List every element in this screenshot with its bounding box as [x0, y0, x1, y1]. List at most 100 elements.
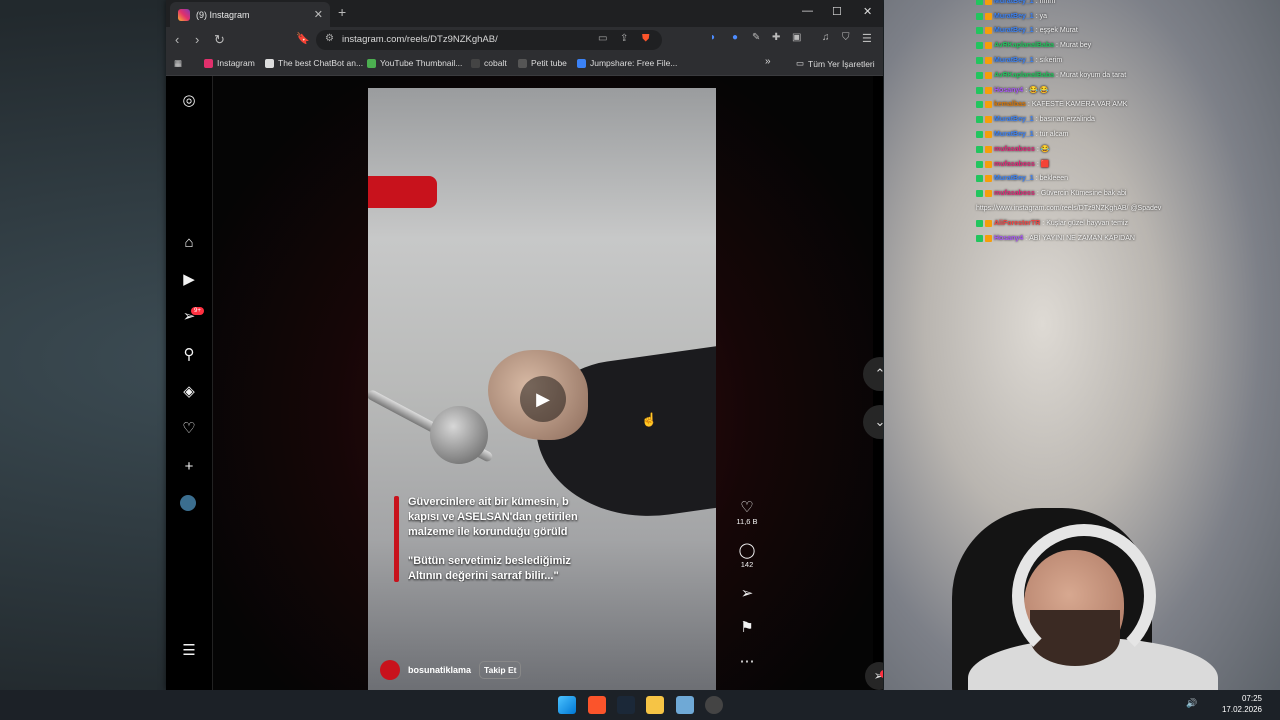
- follow-button[interactable]: Takip Et: [479, 661, 522, 679]
- address-bar[interactable]: ⚙ instagram.com/reels/DTz9NZKghAB/ ▭ ⇪ ⛊: [316, 30, 662, 50]
- notifications-heart-icon[interactable]: ♡: [180, 420, 198, 438]
- chat-badge-icon: [985, 234, 992, 242]
- minimize-button[interactable]: —: [802, 5, 813, 17]
- mouse-cursor-icon: ☝: [641, 412, 658, 427]
- obs-icon[interactable]: [705, 696, 723, 714]
- site-settings-icon[interactable]: ⚙: [325, 33, 334, 44]
- chat-username: MuratBey_1: [994, 131, 1034, 139]
- volume-icon[interactable]: 🔊: [1186, 698, 1197, 709]
- chat-badge-icon: [985, 219, 992, 227]
- app-icon[interactable]: [676, 696, 694, 714]
- share-button[interactable]: ➢: [733, 584, 761, 602]
- clock[interactable]: 07:25 17.02.2026: [1222, 693, 1262, 715]
- chat-text: basınan erzalinda: [1039, 116, 1095, 124]
- taskbar: 🔊 07:25 17.02.2026: [0, 690, 1280, 720]
- instagram-favicon-icon: [178, 8, 190, 21]
- bookmark-page-icon[interactable]: 🔖: [296, 32, 310, 45]
- new-tab-button[interactable]: +: [338, 4, 346, 20]
- more-menu-icon[interactable]: ☰: [180, 642, 198, 660]
- reload-button[interactable]: ↻: [214, 32, 225, 48]
- chat-text: Kuşlar güzel hayvan temiz: [1046, 219, 1128, 227]
- bookmark-item[interactable]: Instagram: [204, 58, 255, 68]
- comment-button[interactable]: ◯ 142: [733, 541, 761, 569]
- extension-pen-icon[interactable]: ✎: [752, 32, 760, 43]
- bookmark-item[interactable]: YouTube Thumbnail...: [367, 58, 462, 68]
- close-tab-icon[interactable]: ✕: [314, 8, 323, 21]
- close-window-button[interactable]: ✕: [863, 5, 872, 18]
- share-icon[interactable]: ⇪: [620, 33, 628, 44]
- chat-badge-icon: [985, 57, 992, 65]
- start-windows-icon[interactable]: [558, 696, 576, 714]
- video-overlay-logo: [368, 176, 437, 208]
- maximize-button[interactable]: ☐: [832, 5, 842, 18]
- chat-text: bekleeen: [1039, 175, 1069, 183]
- media-icon[interactable]: ♫: [822, 32, 830, 43]
- explore-icon[interactable]: ◈: [180, 383, 198, 401]
- bookmark-item[interactable]: Jumpshare: Free File...: [577, 58, 677, 68]
- play-button[interactable]: ▶: [520, 376, 566, 422]
- chat-text: 😂: [1040, 146, 1050, 154]
- chat-badge-icon: [976, 219, 983, 227]
- chat-badge-icon: [985, 145, 992, 153]
- chat-username: MuratBey_1: [994, 175, 1034, 183]
- next-reel-button[interactable]: ⌄: [863, 405, 883, 439]
- tab-instagram[interactable]: (9) Instagram ✕: [170, 2, 330, 27]
- bookmark-label: Petit tube: [531, 58, 567, 68]
- forward-button[interactable]: ›: [195, 32, 199, 47]
- steam-icon[interactable]: [617, 696, 635, 714]
- chat-message: kemalbas: KAFESTE KAMERA VAR AMK: [976, 98, 1276, 113]
- tab-bar: (9) Instagram ✕ + — ☐ ✕: [166, 0, 883, 27]
- home-icon[interactable]: ⌂: [180, 234, 198, 252]
- profile-avatar[interactable]: [180, 495, 196, 511]
- caption-line: kapısı ve ASELSAN'dan getirilen: [408, 511, 578, 523]
- author-avatar[interactable]: [380, 660, 400, 680]
- chat-badge-icon: [976, 0, 983, 5]
- chat-badge-icon: [976, 101, 983, 109]
- previous-reel-button[interactable]: ⌃: [863, 357, 883, 391]
- reel-video[interactable]: ▶ Güvercinlere ait bir kümesin, b kapısı…: [368, 88, 716, 690]
- reels-icon[interactable]: ▶: [180, 271, 198, 289]
- chat-username: kemalbas: [994, 101, 1026, 109]
- bookmarks-overflow-button[interactable]: »: [765, 56, 771, 67]
- chat-text: Murat bey: [1060, 42, 1092, 50]
- bookmark-item[interactable]: Petit tube: [518, 58, 567, 68]
- chat-username: AvRKaplanalBaba: [994, 42, 1055, 50]
- sidebar-toggle-icon[interactable]: ▣: [792, 32, 801, 43]
- chat-text: ABİ YAYINI NE ZAMAN KAPIDAN: [1029, 234, 1135, 242]
- save-button[interactable]: ⚑: [733, 618, 761, 636]
- chat-badge-icon: [976, 57, 983, 65]
- chat-separator: :: [1035, 131, 1038, 139]
- chat-text: 🟥: [1040, 161, 1050, 169]
- author-name[interactable]: bosunatiklama: [408, 665, 471, 675]
- folder-icon: ▭: [796, 58, 805, 68]
- all-bookmarks-button[interactable]: ▭ Tüm Yer İşaretleri: [796, 58, 875, 69]
- bookmark-item[interactable]: The best ChatBot an...: [265, 58, 363, 68]
- chat-text: ya: [1039, 12, 1048, 20]
- clock-date: 17.02.2026: [1221, 705, 1262, 714]
- webcam-feed: [932, 488, 1280, 698]
- tab-title: (9) Instagram: [196, 9, 250, 20]
- brave-shield-icon[interactable]: ⛊: [642, 33, 650, 44]
- chat-username: MuratBey_1: [994, 116, 1034, 124]
- wallet-icon[interactable]: ◗: [710, 32, 716, 43]
- menu-icon[interactable]: ☰: [862, 32, 872, 45]
- file-explorer-icon[interactable]: [646, 696, 664, 714]
- cast-icon[interactable]: ▭: [598, 33, 607, 44]
- bookmark-label: Jumpshare: Free File...: [590, 58, 678, 68]
- create-icon[interactable]: +: [180, 458, 198, 476]
- bookmark-favicon-icon: [204, 58, 213, 68]
- clock-time: 07:25: [1241, 694, 1262, 703]
- back-button[interactable]: ‹: [175, 32, 179, 47]
- extensions-puzzle-icon[interactable]: ✚: [772, 32, 780, 43]
- more-options-button[interactable]: ⋯: [733, 652, 761, 670]
- instagram-logo-icon[interactable]: ◎: [180, 92, 198, 110]
- extension-icon[interactable]: ●: [732, 32, 738, 43]
- apps-grid-icon[interactable]: ▦: [174, 58, 182, 69]
- caption-line: Güvercinlere ait bir kümesin, b: [408, 496, 569, 508]
- vpn-icon[interactable]: ⛉: [842, 32, 850, 43]
- bookmark-item[interactable]: cobalt: [471, 58, 507, 68]
- search-icon[interactable]: ⚲: [180, 346, 198, 364]
- chat-message: AliForesterTR: Kuşlar güzel hayvan temiz: [976, 216, 1276, 231]
- like-button[interactable]: ♡ 11,6 B: [733, 498, 761, 526]
- brave-browser-icon[interactable]: [588, 696, 606, 714]
